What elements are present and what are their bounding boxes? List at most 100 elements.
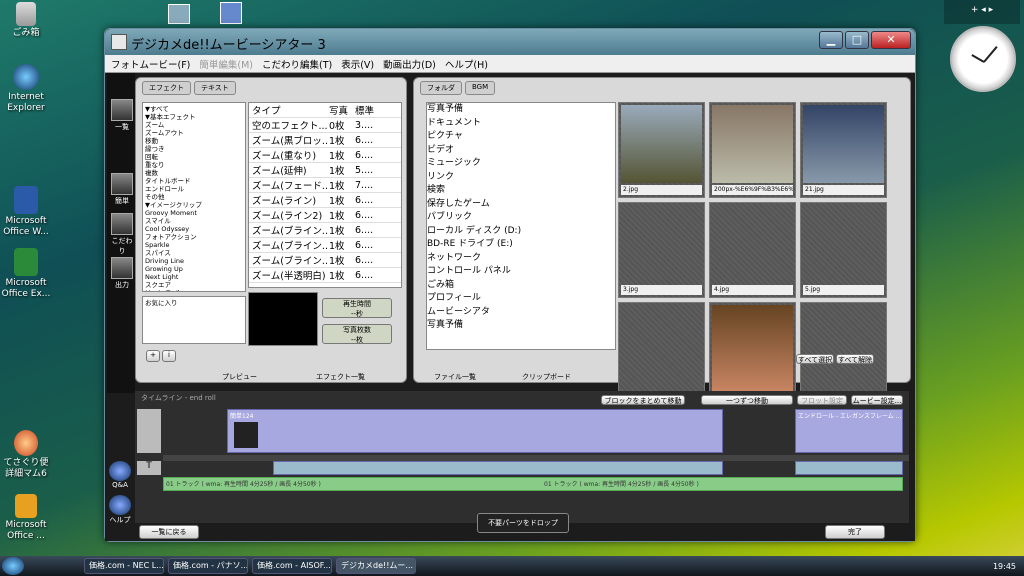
table-row[interactable]: ズーム(フェード... 1枚 7.... [249,178,401,193]
tree-item[interactable]: Movie Trailer [145,289,243,291]
folder-item[interactable]: ムービーシアタ [427,306,615,320]
tree-item[interactable]: タイトルボード [145,177,243,185]
folder-tree[interactable]: 写真予備 ドキュメント ピクチャ ビデオ ミュージック リンク 検索 保存したゲーム パブリック… [426,102,616,350]
tab-file-list[interactable]: ファイル一覧 [434,372,476,382]
table-row[interactable]: ズーム(延伸) 1枚 5.... [249,163,401,178]
tab-folder[interactable]: フォルダ [420,81,462,95]
tree-item[interactable]: エンドロール [145,185,243,193]
folder-item[interactable]: ミュージック [427,157,615,171]
thumbnail[interactable] [709,302,796,398]
desktop-icon-office[interactable]: Microsoft Office ... [0,494,52,542]
deselect-all-button[interactable]: すべて解除 [836,354,874,364]
tree-item[interactable]: Sparkle [145,241,243,249]
close-button[interactable]: ✕ [871,31,911,49]
taskbar-item[interactable]: 価格.com - AISOF... [252,558,332,574]
tab-bgm[interactable]: BGM [465,81,496,95]
table-row[interactable]: ズーム(ライン2) 1枚 6.... [249,208,401,223]
folder-item[interactable]: ネットワーク [427,252,615,266]
tab-clipboard[interactable]: クリップボード [522,372,571,382]
thumbnail[interactable] [800,302,887,398]
drop-parts-button[interactable]: 不要パーツをドロップ [477,513,569,533]
tree-item[interactable]: Driving Line [145,257,243,265]
tree-item[interactable]: ▼基本エフェクト [145,113,243,121]
folder-item[interactable]: ピクチャ [427,130,615,144]
col-photo[interactable]: 写真 [329,103,355,117]
table-row[interactable]: ズーム(半透明白) 1枚 6.... [249,268,401,283]
thumbnail[interactable]: 200px-%E6%9F%B3%E6%... [709,102,796,198]
thumbnail[interactable]: 2.jpg [618,102,705,198]
taskbar-item[interactable]: 価格.com - パナソ... [168,558,248,574]
menu-detail-edit[interactable]: こだわり編集(T) [262,57,332,71]
float-setting-button[interactable]: フロット設定 [797,395,847,405]
tree-item[interactable]: ズーム [145,121,243,129]
nav-output-button[interactable]: 出力 [111,257,133,290]
desktop-icon-word[interactable]: Microsoft Office W... [0,186,52,238]
tree-item[interactable]: 回転 [145,153,243,161]
tree-item[interactable]: フォトアクション [145,233,243,241]
folder-item[interactable]: ビデオ [427,144,615,158]
tree-item[interactable]: スパイス [145,249,243,257]
nav-detail-button[interactable]: こだわり [111,213,133,256]
nav-easy-button[interactable]: 簡単 [111,173,133,206]
tree-item[interactable]: Growing Up [145,265,243,273]
text-block[interactable] [273,461,723,475]
folder-item[interactable]: 写真予備 [427,103,615,117]
back-to-list-button[interactable]: 一覧に戻る [139,525,199,539]
taskbar-item[interactable]: 価格.com - NEC L... [84,558,164,574]
taskbar-item[interactable]: デジカメde!!ムー... [336,558,416,574]
nav-list-button[interactable]: 一覧 [111,99,133,132]
folder-item[interactable]: 検索 [427,184,615,198]
movie-setting-button[interactable]: ムービー設定... [851,395,903,405]
info-button[interactable]: i [162,350,176,362]
folder-item[interactable]: BD-RE ドライブ (E:) [427,238,615,252]
minimize-button[interactable]: ▁ [819,31,843,49]
tab-effect[interactable]: エフェクト [142,81,191,95]
menu-easy-edit[interactable]: 簡単編集(M) [199,57,253,71]
table-row[interactable]: ズーム(ブライン... 1枚 6.... [249,223,401,238]
tree-item[interactable]: 縁つき [145,145,243,153]
desktop-icon-tesaguri[interactable]: てさぐり便 詳細マム6 [0,430,52,480]
folder-item[interactable]: ドキュメント [427,117,615,131]
help-button[interactable]: ヘルプ [109,495,131,525]
clip-block[interactable]: 簡単124 [227,409,723,453]
tree-item[interactable]: その他 [145,193,243,201]
sidebar-gadget-controls[interactable]: + ◂ ▸ [944,0,1020,24]
folder-item[interactable]: プロフィール [427,292,615,306]
tree-item[interactable]: スマイル [145,217,243,225]
folder-item[interactable]: リンク [427,171,615,185]
tab-preview[interactable]: プレビュー [222,372,257,382]
thumbnail[interactable]: 4.jpg [709,202,796,298]
thumbnail[interactable]: 21.jpg [800,102,887,198]
table-row[interactable]: ズーム(ライン) 1枚 6.... [249,193,401,208]
text-block[interactable] [795,461,903,475]
desktop-icon-recycle-bin[interactable]: ごみ箱 [4,2,48,39]
thumbnail[interactable] [618,302,705,398]
col-standard[interactable]: 標準 [355,103,379,117]
start-button[interactable] [2,557,24,575]
menu-help[interactable]: ヘルプ(H) [445,57,488,71]
tab-text[interactable]: テキスト [194,81,236,95]
tree-item[interactable]: 重なり [145,161,243,169]
folder-item[interactable]: ごみ箱 [427,279,615,293]
col-type[interactable]: タイプ [249,103,329,117]
end-roll-block[interactable]: エンドロール - エレガンスフレーム ... [795,409,903,453]
desktop-icon-excel[interactable]: Microsoft Office Ex... [0,248,52,300]
desktop-shortcut-icon[interactable] [220,2,242,24]
move-one-button[interactable]: 一つずつ移動 [701,395,793,405]
effect-category-tree[interactable]: ▼すべて ▼基本エフェクト ズーム ズームアウト 移動 縁つき 回転 重なり 複数 タイトルボード… [142,102,246,292]
menu-photo-movie[interactable]: フォトムービー(F) [111,57,190,71]
tree-item[interactable]: 移動 [145,137,243,145]
tree-item[interactable]: Cool Odyssey [145,225,243,233]
folder-item[interactable]: パブリック [427,211,615,225]
tree-item[interactable]: Groovy Moment [145,209,243,217]
qa-button[interactable]: Q&A [109,461,131,489]
favorites-box[interactable]: お気に入り [142,296,246,344]
table-row[interactable]: ズーム(黒ブロッ... 1枚 6.... [249,133,401,148]
folder-item[interactable]: 保存したゲーム [427,198,615,212]
menu-view[interactable]: 表示(V) [341,57,374,71]
tree-item[interactable]: Next Light [145,273,243,281]
taskbar-clock[interactable]: 19:45 [993,562,1016,571]
tree-item[interactable]: ズームアウト [145,129,243,137]
add-button[interactable]: + [146,350,160,362]
tree-item[interactable]: ▼イメージクリップ [145,201,243,209]
